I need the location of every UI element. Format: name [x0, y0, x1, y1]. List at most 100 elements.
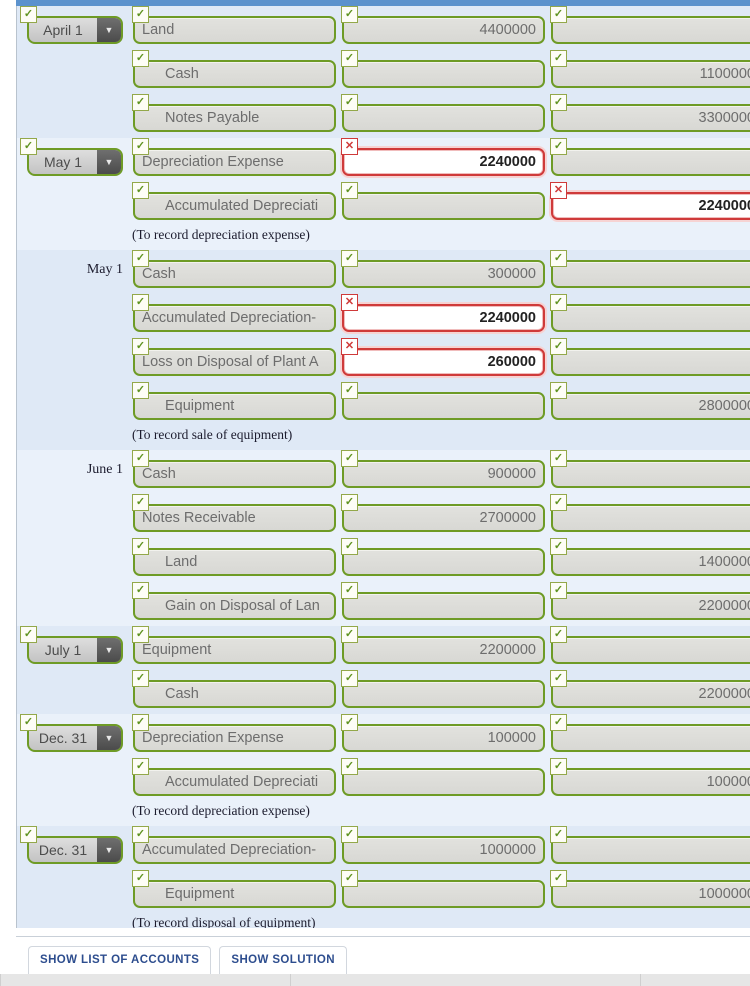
credit-cell: 1400000 ✓ [550, 538, 750, 582]
debit-input[interactable] [342, 192, 545, 220]
account-input[interactable]: Land [133, 548, 336, 576]
account-input[interactable]: Equipment [133, 636, 336, 664]
account-input[interactable]: Cash [133, 260, 336, 288]
account-input[interactable]: Cash [133, 680, 336, 708]
valid-check-badge-icon: ✓ [550, 50, 567, 67]
credit-input[interactable]: 2200000 [551, 592, 750, 620]
valid-check-badge-icon: ✓ [341, 582, 358, 599]
debit-input[interactable]: 260000 [342, 348, 545, 376]
credit-input[interactable]: 2200000 [551, 680, 750, 708]
debit-input[interactable]: 2200000 [342, 636, 545, 664]
date-cell: May 1 [21, 250, 129, 294]
account-input[interactable]: Cash [133, 460, 336, 488]
debit-input[interactable]: 1000000 [342, 836, 545, 864]
credit-input-text [553, 262, 750, 286]
account-input[interactable]: Loss on Disposal of Plant A [133, 348, 336, 376]
debit-input[interactable]: 2240000 [342, 304, 545, 332]
date-label: May 1 [86, 262, 123, 277]
date-select[interactable]: April 1 ▼ [27, 16, 123, 44]
debit-input[interactable] [342, 880, 545, 908]
account-input[interactable]: Accumulated Depreciati [133, 768, 336, 796]
account-input[interactable]: Land [133, 16, 336, 44]
credit-cell: 3300000 ✓ [550, 94, 750, 138]
credit-input[interactable]: 1100000 [551, 60, 750, 88]
credit-input[interactable] [551, 460, 750, 488]
credit-input[interactable] [551, 148, 750, 176]
account-input[interactable]: Equipment [133, 392, 336, 420]
account-input[interactable]: Notes Receivable [133, 504, 336, 532]
credit-input[interactable]: 2240000 [551, 192, 750, 220]
credit-cell: 1100000 ✓ [550, 50, 750, 94]
chevron-down-icon[interactable]: ▼ [97, 638, 121, 662]
account-input-text: Gain on Disposal of Lan [165, 598, 320, 614]
show-solution-button[interactable]: SHOW SOLUTION [219, 946, 347, 974]
valid-check-badge-icon: ✓ [550, 494, 567, 511]
account-input[interactable]: Notes Payable [133, 104, 336, 132]
valid-check-badge-icon: ✓ [550, 670, 567, 687]
account-input[interactable]: Cash [133, 60, 336, 88]
credit-input[interactable]: 100000 [551, 768, 750, 796]
date-select[interactable]: May 1 ▼ [27, 148, 123, 176]
debit-input[interactable]: 900000 [342, 460, 545, 488]
valid-check-badge-icon: ✓ [20, 626, 37, 643]
debit-input[interactable] [342, 548, 545, 576]
journal-entry-line: May 1 ▼ ✓ Depreciation Expense ✓ 2240000 ✕ ✓ [17, 138, 750, 182]
credit-input-text: 2200000 [698, 598, 750, 614]
account-input[interactable]: Accumulated Depreciati [133, 192, 336, 220]
credit-input[interactable] [551, 16, 750, 44]
debit-input-text [344, 770, 543, 794]
debit-input[interactable] [342, 768, 545, 796]
account-input[interactable]: Equipment [133, 880, 336, 908]
date-select[interactable]: Dec. 31 ▼ [27, 836, 123, 864]
account-input[interactable]: Gain on Disposal of Lan [133, 592, 336, 620]
chevron-down-icon[interactable]: ▼ [97, 726, 121, 750]
credit-input[interactable] [551, 724, 750, 752]
credit-input[interactable]: 2800000 [551, 392, 750, 420]
error-badge-icon: ✕ [341, 138, 358, 155]
credit-input[interactable]: 3300000 [551, 104, 750, 132]
debit-cell: ✓ [341, 870, 545, 914]
valid-check-badge-icon: ✓ [132, 294, 149, 311]
debit-input[interactable] [342, 104, 545, 132]
date-select[interactable]: July 1 ▼ [27, 636, 123, 664]
account-input[interactable]: Depreciation Expense [133, 148, 336, 176]
chevron-down-icon[interactable]: ▼ [97, 18, 121, 42]
debit-input[interactable] [342, 60, 545, 88]
credit-input[interactable] [551, 260, 750, 288]
debit-input[interactable]: 300000 [342, 260, 545, 288]
debit-input[interactable] [342, 680, 545, 708]
chevron-down-icon[interactable]: ▼ [97, 838, 121, 862]
credit-input[interactable] [551, 636, 750, 664]
valid-check-badge-icon: ✓ [132, 338, 149, 355]
debit-input[interactable] [342, 592, 545, 620]
credit-input[interactable]: 1000000 [551, 880, 750, 908]
account-input-text: Cash [142, 266, 176, 282]
credit-input-text: 2800000 [698, 398, 750, 414]
credit-input[interactable] [551, 304, 750, 332]
debit-input[interactable]: 100000 [342, 724, 545, 752]
account-cell: Land ✓ [132, 6, 336, 50]
debit-cell: 2700000 ✓ [341, 494, 545, 538]
date-select[interactable]: Dec. 31 ▼ [27, 724, 123, 752]
debit-input-text: 260000 [487, 354, 536, 370]
account-cell: Accumulated Depreciati ✓ [132, 758, 336, 802]
account-input-text: Accumulated Depreciati [165, 774, 319, 790]
credit-input[interactable] [551, 836, 750, 864]
credit-input-text: 100000 [706, 774, 750, 790]
account-input[interactable]: Accumulated Depreciation- [133, 836, 336, 864]
debit-input[interactable]: 4400000 [342, 16, 545, 44]
account-input[interactable]: Accumulated Depreciation- [133, 304, 336, 332]
chevron-down-icon[interactable]: ▼ [97, 150, 121, 174]
credit-input[interactable] [551, 504, 750, 532]
credit-input[interactable] [551, 348, 750, 376]
credit-input[interactable]: 1400000 [551, 548, 750, 576]
debit-input[interactable]: 2700000 [342, 504, 545, 532]
date-cell [21, 294, 129, 338]
show-list-of-accounts-button[interactable]: SHOW LIST OF ACCOUNTS [28, 946, 212, 974]
valid-check-badge-icon: ✓ [132, 94, 149, 111]
debit-input-text [344, 194, 543, 218]
account-input[interactable]: Depreciation Expense [133, 724, 336, 752]
debit-input[interactable]: 2240000 [342, 148, 545, 176]
valid-check-badge-icon: ✓ [132, 250, 149, 267]
debit-input[interactable] [342, 392, 545, 420]
